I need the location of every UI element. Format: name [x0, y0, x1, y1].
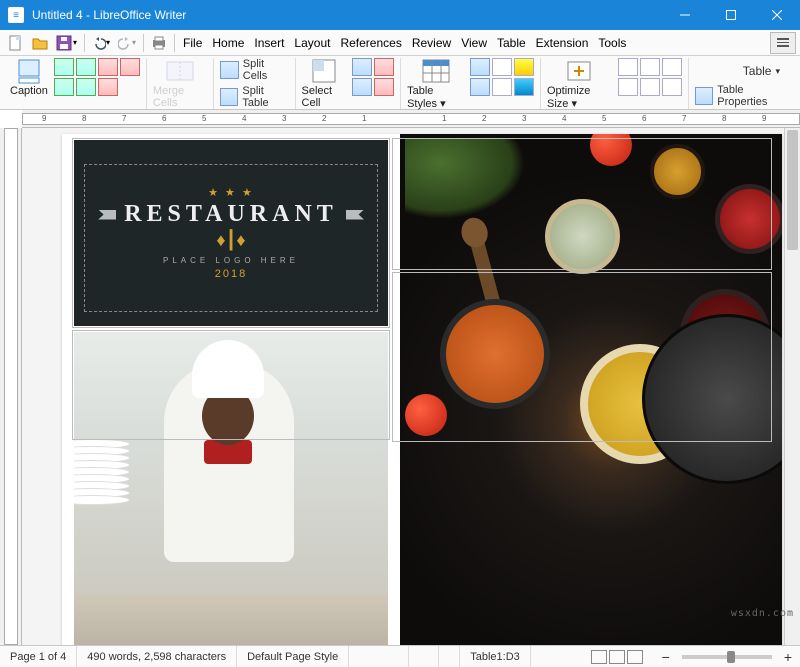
ribbon-group-select: Select Cell	[296, 58, 402, 109]
status-selection-mode[interactable]	[439, 646, 460, 667]
table-category-dropdown[interactable]: Table	[733, 60, 790, 78]
document-page[interactable]: ★ ★ ★ RESTAURANT ♦┃♦ PLACE LOGO HERE 201…	[62, 134, 782, 645]
select-col-icon[interactable]	[352, 78, 372, 96]
status-page-style[interactable]: Default Page Style	[237, 646, 349, 667]
ribbon-group-merge: Merge Cells	[147, 58, 214, 109]
table-ribbon: Caption Merge Cells Split Cells Split Ta…	[0, 56, 800, 110]
align-mid-icon[interactable]	[640, 58, 660, 76]
unprotect-icon[interactable]	[374, 58, 394, 76]
status-insert-mode[interactable]	[409, 646, 439, 667]
border-style-icon[interactable]	[470, 58, 490, 76]
borders-icon[interactable]	[470, 78, 490, 96]
table-properties-icon	[695, 87, 713, 105]
insert-col-left-icon[interactable]	[54, 78, 74, 96]
menu-insert[interactable]: Insert	[249, 33, 289, 53]
table-styles-button[interactable]: Table Styles ▾	[407, 58, 464, 110]
status-page[interactable]: Page 1 of 4	[0, 646, 77, 667]
row-height-icon[interactable]	[618, 78, 638, 96]
ribbon-group-caption: Caption	[4, 58, 147, 109]
insert-rows-cols-grid[interactable]	[54, 58, 140, 96]
ribbon-group-styles: Table Styles ▾	[401, 58, 541, 109]
new-icon[interactable]	[4, 32, 28, 54]
book-view-icon[interactable]	[627, 650, 643, 664]
select-grid[interactable]	[352, 58, 394, 96]
bg-color-icon[interactable]	[514, 58, 534, 76]
insert-row-below-icon[interactable]	[76, 58, 96, 76]
cell-bg-icon[interactable]	[514, 78, 534, 96]
status-wordcount[interactable]: 490 words, 2,598 characters	[77, 646, 237, 667]
menu-table[interactable]: Table	[492, 33, 531, 53]
split-table-icon	[220, 88, 238, 106]
style-grid[interactable]	[470, 58, 534, 96]
zoom-out-button[interactable]: −	[658, 649, 674, 665]
single-page-view-icon[interactable]	[591, 650, 607, 664]
watermark-text: wsxdn.com	[731, 608, 794, 619]
align-bot-icon[interactable]	[662, 58, 682, 76]
redo-icon[interactable]: ▾	[114, 33, 140, 53]
merge-cells-button: Merge Cells	[153, 58, 207, 109]
select-table-icon[interactable]	[352, 58, 372, 76]
ribbon-group-optimize: Optimize Size ▾	[541, 58, 689, 109]
multi-page-view-icon[interactable]	[609, 650, 625, 664]
col-width-icon[interactable]	[640, 78, 660, 96]
border-color-icon[interactable]	[492, 58, 512, 76]
number-format-icon[interactable]	[492, 78, 512, 96]
menu-home[interactable]: Home	[207, 33, 249, 53]
minimize-button[interactable]	[662, 0, 708, 30]
status-language[interactable]	[349, 646, 409, 667]
undo-icon[interactable]: ▾	[88, 33, 114, 53]
split-cells-button[interactable]: Split Cells	[220, 58, 289, 82]
menu-tools[interactable]: Tools	[593, 33, 631, 53]
titlebar: ≡ Untitled 4 - LibreOffice Writer	[0, 0, 800, 30]
zoom-slider[interactable]	[682, 655, 772, 659]
horizontal-ruler[interactable]: 987654321123456789	[22, 110, 800, 128]
workspace: ★ ★ ★ RESTAURANT ♦┃♦ PLACE LOGO HERE 201…	[0, 128, 800, 645]
app-icon: ≡	[8, 7, 24, 23]
delete-row-icon[interactable]	[98, 58, 118, 76]
status-table-ref[interactable]: Table1:D3	[460, 646, 531, 667]
ribbon-group-split: Split Cells Split Table	[214, 58, 296, 109]
menu-toolbar: ▾ ▾ ▾ File Home Insert Layout References…	[0, 30, 800, 56]
menu-extension[interactable]: Extension	[531, 33, 594, 53]
select-cell-button[interactable]: Select Cell	[302, 58, 347, 109]
vertical-scrollbar[interactable]	[784, 128, 800, 645]
statusbar: Page 1 of 4 490 words, 2,598 characters …	[0, 645, 800, 667]
insert-col-right-icon[interactable]	[76, 78, 96, 96]
status-view-buttons[interactable]	[580, 646, 654, 667]
insert-row-above-icon[interactable]	[54, 58, 74, 76]
protect-icon[interactable]	[374, 78, 394, 96]
zoom-in-button[interactable]: +	[780, 649, 796, 665]
close-button[interactable]	[754, 0, 800, 30]
delete-col-icon[interactable]	[98, 78, 118, 96]
menu-file[interactable]: File	[178, 33, 207, 53]
window-title: Untitled 4 - LibreOffice Writer	[32, 8, 662, 22]
align-grid[interactable]	[618, 58, 682, 96]
delete-table-icon[interactable]	[120, 58, 140, 76]
menu-references[interactable]: References	[335, 33, 406, 53]
maximize-button[interactable]	[708, 0, 754, 30]
menu-view[interactable]: View	[456, 33, 492, 53]
open-icon[interactable]	[28, 32, 52, 54]
print-icon[interactable]	[147, 32, 171, 54]
split-cells-icon	[220, 61, 239, 79]
save-icon[interactable]: ▾	[52, 32, 81, 54]
menu-review[interactable]: Review	[407, 33, 456, 53]
vertical-ruler[interactable]	[0, 128, 22, 645]
table-properties-button[interactable]: Table Properties	[695, 84, 790, 108]
hamburger-menu-button[interactable]	[770, 32, 796, 54]
split-table-button[interactable]: Split Table	[220, 85, 289, 109]
menu-layout[interactable]: Layout	[289, 33, 335, 53]
caption-button[interactable]: Caption	[10, 58, 48, 97]
dist-icon[interactable]	[662, 78, 682, 96]
optimize-size-button[interactable]: Optimize Size ▾	[547, 58, 612, 110]
align-top-icon[interactable]	[618, 58, 638, 76]
